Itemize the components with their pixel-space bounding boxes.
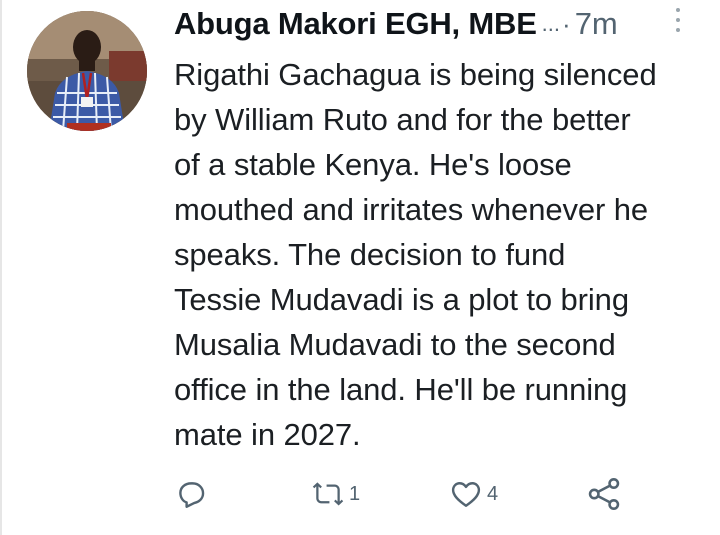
retweet-button[interactable]: 1: [310, 472, 360, 516]
timestamp[interactable]: 7m: [575, 6, 618, 42]
retweet-icon: [312, 482, 344, 506]
tweet-actions: 1 4: [174, 472, 694, 516]
reply-icon: [179, 482, 205, 508]
avatar-photo: [27, 11, 147, 131]
header-separator: ·: [562, 8, 571, 39]
share-button[interactable]: [586, 472, 625, 516]
retweet-count: 1: [349, 482, 361, 505]
tweet-card[interactable]: Abuga Makori EGH, MBE ... · 7m Rigathi G…: [0, 0, 720, 535]
like-count: 4: [487, 482, 499, 505]
divider: [0, 0, 2, 535]
tweet-header: Abuga Makori EGH, MBE ... · 7m: [174, 6, 618, 42]
share-icon: [588, 478, 620, 510]
heart-icon: [451, 482, 481, 507]
like-button[interactable]: 4: [448, 472, 498, 516]
name-truncation: ...: [541, 11, 561, 36]
tweet-text: Rigathi Gachagua is being silenced by Wi…: [174, 57, 657, 452]
display-name[interactable]: Abuga Makori EGH, MBE: [174, 6, 537, 42]
more-options-icon[interactable]: [672, 8, 684, 40]
avatar[interactable]: [27, 11, 147, 131]
reply-button[interactable]: [174, 472, 211, 516]
